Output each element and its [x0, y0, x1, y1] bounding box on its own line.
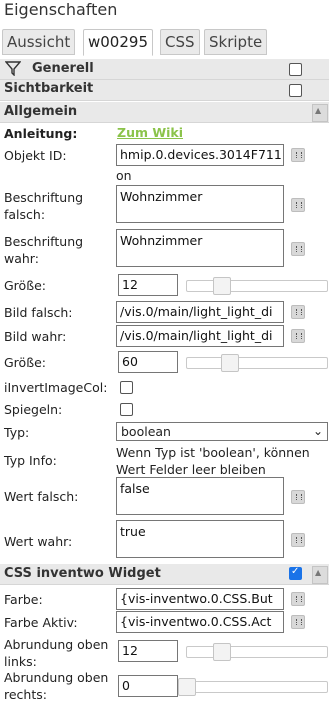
abrundung-ol-label: Abrundung oben links:	[4, 637, 109, 669]
tab-widget[interactable]: w00295	[83, 29, 153, 56]
tab-skripte[interactable]: Skripte	[204, 29, 268, 55]
bild-falsch-browse-button[interactable]	[291, 305, 305, 319]
bildgroesse-slider-thumb[interactable]	[221, 354, 239, 372]
objekt-id-state: on	[116, 168, 132, 183]
objekt-id-label: Objekt ID:	[4, 148, 67, 163]
abrundung-or-slider[interactable]	[186, 681, 328, 693]
abrundung-ol-slider-thumb[interactable]	[213, 643, 231, 661]
farbe-aktiv-input[interactable]: {vis-inventwo.0.CSS.Act	[116, 611, 284, 633]
abrundung-or-label: Abrundung oben rechts:	[4, 670, 109, 702]
spiegeln-label: Spiegeln:	[4, 402, 63, 417]
wert-wahr-label: Wert wahr:	[4, 534, 73, 549]
objekt-id-input[interactable]: hmip.0.devices.3014F711	[116, 144, 284, 166]
group-css-inventwo-checkbox[interactable]	[289, 566, 302, 580]
typ-label: Typ:	[4, 425, 30, 440]
groesse-slider[interactable]	[186, 280, 328, 292]
group-css-inventwo-label: CSS inventwo Widget	[4, 566, 161, 581]
bild-wahr-browse-button[interactable]	[291, 329, 305, 343]
panel-title: Eigenschaften	[4, 0, 118, 19]
bild-falsch-input[interactable]: /vis.0/main/light_light_di	[116, 301, 284, 323]
beschriftung-falsch-label: Beschriftung falsch:	[4, 190, 84, 222]
group-allgemein-label: Allgemein	[4, 104, 78, 119]
bild-falsch-label: Bild falsch:	[4, 305, 73, 320]
beschriftung-falsch-edit-button[interactable]	[291, 198, 305, 212]
group-sichtbarkeit-checkbox[interactable]	[289, 84, 302, 97]
farbe-input[interactable]: {vis-inventwo.0.CSS.But	[116, 588, 284, 610]
collapse-css-inventwo-button[interactable]	[312, 566, 328, 584]
collapse-allgemein-button[interactable]	[312, 104, 328, 122]
bildgroesse-label: Größe:	[4, 355, 46, 370]
spiegeln-checkbox[interactable]	[120, 403, 133, 416]
typ-select[interactable]: boolean ⌄	[116, 422, 328, 441]
farbe-aktiv-label: Farbe Aktiv:	[4, 615, 78, 630]
bildgroesse-input[interactable]: 60	[118, 351, 178, 373]
bild-wahr-label: Bild wahr:	[4, 329, 67, 344]
wert-falsch-label: Wert falsch:	[4, 489, 79, 504]
beschriftung-wahr-input[interactable]: Wohnzimmer	[116, 229, 284, 267]
wert-falsch-input[interactable]: false	[116, 477, 284, 515]
farbe-label: Farbe:	[4, 592, 43, 607]
abrundung-or-slider-thumb[interactable]	[178, 678, 196, 696]
abrundung-ol-slider[interactable]	[186, 646, 328, 658]
beschriftung-wahr-edit-button[interactable]	[291, 242, 305, 256]
groesse-slider-thumb[interactable]	[213, 277, 231, 295]
typ-select-value: boolean	[121, 424, 171, 439]
typ-info-label: Typ Info:	[4, 453, 57, 468]
wiki-link[interactable]: Zum Wiki	[117, 125, 183, 140]
bild-wahr-input[interactable]: /vis.0/main/light_light_di	[116, 325, 284, 347]
groesse-input[interactable]: 12	[118, 274, 178, 296]
typ-info-text: Wenn Typ ist 'boolean', können Wert Feld…	[116, 445, 310, 477]
wert-wahr-input[interactable]: true	[116, 520, 284, 558]
invert-label: iInvertImageCol:	[4, 380, 108, 395]
groesse-label: Größe:	[4, 278, 46, 293]
beschriftung-wahr-label: Beschriftung wahr:	[4, 234, 84, 266]
beschriftung-falsch-input[interactable]: Wohnzimmer	[116, 185, 284, 223]
abrundung-or-input[interactable]: 0	[118, 675, 178, 697]
wert-wahr-edit-button[interactable]	[291, 533, 305, 547]
farbe-aktiv-edit-button[interactable]	[291, 615, 305, 629]
tab-aussicht[interactable]: Aussicht	[2, 29, 76, 55]
wert-falsch-edit-button[interactable]	[291, 490, 305, 504]
anleitung-label: Anleitung:	[4, 126, 78, 141]
objekt-id-select-button[interactable]	[291, 148, 305, 162]
tab-css[interactable]: CSS	[160, 29, 200, 55]
farbe-edit-button[interactable]	[291, 592, 305, 606]
chevron-down-icon: ⌄	[312, 424, 323, 438]
bildgroesse-slider[interactable]	[186, 357, 328, 369]
filter-icon	[5, 61, 21, 76]
invert-checkbox[interactable]	[120, 381, 133, 394]
group-generell-label: Generell	[32, 61, 94, 76]
group-generell-checkbox[interactable]	[289, 63, 302, 76]
abrundung-ol-input[interactable]: 12	[118, 640, 178, 662]
group-sichtbarkeit-label: Sichtbarkeit	[4, 81, 94, 96]
